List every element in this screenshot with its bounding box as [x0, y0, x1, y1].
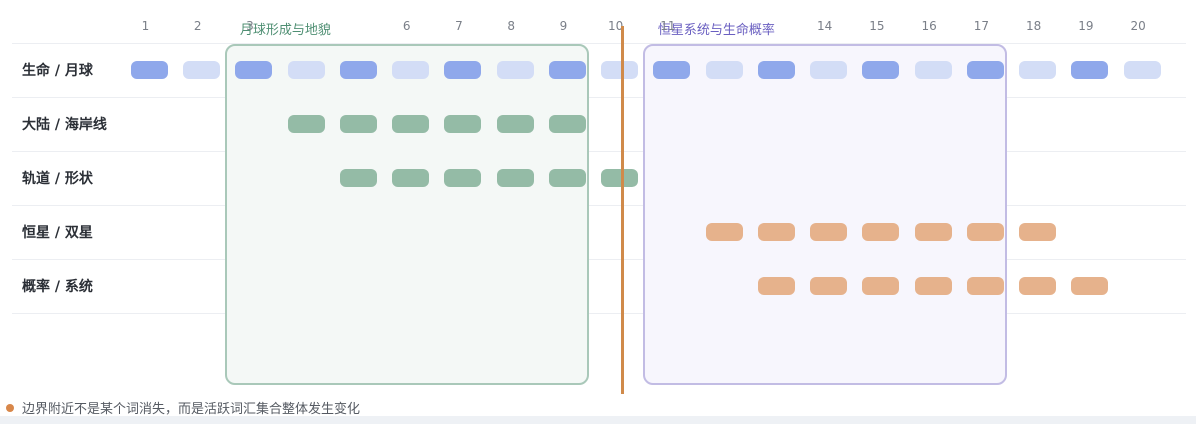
activity-cell	[914, 61, 952, 79]
column-label-16: 16	[921, 19, 937, 33]
column-label-15: 15	[869, 19, 885, 33]
activity-cell	[496, 61, 534, 79]
row-divider	[12, 43, 1186, 44]
activity-cell	[1071, 61, 1109, 79]
activity-cell	[444, 115, 482, 133]
activity-cell	[757, 223, 795, 241]
row-divider	[12, 97, 1186, 98]
activity-cell	[862, 61, 900, 79]
activity-cell	[548, 169, 586, 187]
row-label: 大陆 / 海岸线	[22, 117, 107, 133]
column-label-8: 8	[507, 19, 515, 33]
activity-cell	[287, 115, 325, 133]
activity-cell	[392, 169, 430, 187]
activity-cell	[1123, 61, 1161, 79]
activity-cell	[966, 277, 1004, 295]
activity-cell	[548, 115, 586, 133]
activity-cell	[496, 115, 534, 133]
row-divider	[12, 205, 1186, 206]
activity-cell	[862, 223, 900, 241]
activity-cell	[496, 169, 534, 187]
column-label-9: 9	[559, 19, 568, 33]
activity-cell	[235, 61, 273, 79]
activity-cell	[601, 169, 639, 187]
activity-cell	[810, 277, 848, 295]
activity-cell	[183, 61, 221, 79]
row-label: 轨道 / 形状	[22, 171, 93, 187]
activity-cell	[705, 61, 743, 79]
column-label-6: 6	[402, 19, 411, 33]
activity-cell	[444, 61, 482, 79]
activity-cell	[444, 169, 482, 187]
activity-cell	[1019, 223, 1057, 241]
activity-cell	[862, 277, 900, 295]
row-divider	[12, 151, 1186, 152]
activity-cell	[757, 277, 795, 295]
region-1	[224, 44, 590, 385]
row-divider	[12, 259, 1186, 260]
activity-cell	[339, 61, 377, 79]
column-label-18: 18	[1026, 19, 1042, 33]
column-label-2: 2	[193, 19, 202, 33]
footnote-dot-icon	[6, 403, 14, 412]
activity-cell	[130, 61, 168, 79]
activity-cell	[810, 223, 848, 241]
row-divider	[12, 313, 1186, 314]
region-2	[642, 44, 1008, 385]
activity-cell	[339, 169, 377, 187]
activity-cell	[1071, 277, 1109, 295]
row-label: 恒星 / 双星	[22, 225, 93, 241]
column-label-19: 19	[1078, 19, 1094, 33]
word-activity-diagram: 月球形成与地貌 恒星系统与生命概率 1 2 3 6 7 8 9 10 11 14 15 16 17 18 19…	[0, 0, 1196, 424]
activity-cell	[966, 223, 1004, 241]
column-label-3: 3	[246, 19, 254, 33]
activity-cell	[757, 61, 795, 79]
bottom-strip	[0, 416, 1196, 424]
activity-cell	[601, 61, 639, 79]
activity-cell	[914, 277, 952, 295]
column-label-1: 1	[141, 19, 150, 33]
footnote: 边界附近不是某个词消失，而是活跃词汇集合整体发生变化	[6, 398, 360, 417]
column-label-17: 17	[973, 19, 990, 33]
column-label-11: 11	[660, 19, 676, 33]
activity-cell	[705, 223, 743, 241]
activity-cell	[287, 61, 325, 79]
column-label-14: 14	[817, 19, 833, 33]
activity-cell	[392, 61, 430, 79]
activity-cell	[653, 61, 691, 79]
activity-cell	[392, 115, 430, 133]
row-label: 概率 / 系统	[22, 279, 93, 295]
activity-cell	[339, 115, 377, 133]
footnote-text: 边界附近不是某个词消失，而是活跃词汇集合整体发生变化	[22, 402, 361, 417]
activity-cell	[914, 223, 952, 241]
boundary-line	[620, 26, 624, 394]
row-label: 生命 / 月球	[22, 63, 93, 79]
column-label-20: 20	[1130, 19, 1146, 33]
activity-cell	[1019, 61, 1057, 79]
activity-cell	[1019, 277, 1057, 295]
activity-cell	[548, 61, 586, 79]
activity-cell	[966, 61, 1004, 79]
column-label-7: 7	[455, 19, 463, 33]
activity-cell	[810, 61, 848, 79]
